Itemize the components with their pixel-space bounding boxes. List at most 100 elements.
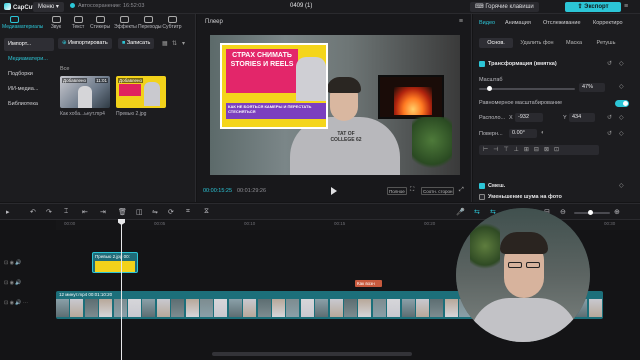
media-item[interactable]: Добавлено 11:01 [60,76,110,108]
webcam-plant [470,218,500,274]
scale-value[interactable]: 47% [579,83,605,92]
nav-collections[interactable]: Подборки [4,68,54,81]
position-y-input[interactable]: 434 [569,113,595,122]
nav-import[interactable]: Импорт... [4,38,54,51]
scale-slider-thumb[interactable] [487,86,492,91]
cloud-icon [70,3,75,8]
keyframe-icon[interactable]: ◇ [619,130,624,137]
clip-thumbnail [95,261,135,272]
reset-icon[interactable]: ↺ [607,114,612,121]
timeline-scrollbar[interactable] [212,352,412,356]
uniform-scale-toggle[interactable] [615,100,629,107]
video-preview[interactable]: TAT OF COLLEGE 62 СТРАХ СНИМАТЬ STORIES … [210,35,460,175]
window-controls[interactable]: ≡ [624,3,628,10]
export-button[interactable]: ⇪ Экспорт [565,2,621,12]
nav-media[interactable]: Медиаматери... [4,53,54,66]
import-button[interactable]: ⊕ Импортировать [58,38,112,49]
track-controls[interactable]: ⊡ ◉ 🔊 ⋯ [4,300,28,306]
ratio-button[interactable]: Соотн. сторон [421,187,455,195]
tab-subtitles[interactable]: Субтитр [162,16,182,30]
rotate-dial-icon[interactable]: ◐ [541,130,545,136]
split-icon[interactable]: ⌶ [64,208,68,216]
sort-icon[interactable]: ⇅ [172,40,177,47]
transform-title: Трансформация (вмятка) [488,61,557,67]
hotkeys-button[interactable]: ⌨ Горячие клавиши [470,2,539,12]
keyframe-icon[interactable]: ◇ [619,60,624,67]
grid-view-icon[interactable]: ▦ [162,40,168,47]
reverse-icon[interactable]: ⇋ [152,208,158,216]
freeze-icon[interactable]: ◫ [136,208,143,216]
text-clip[interactable]: Как возн [355,280,382,287]
mirror-icon[interactable]: ⧖ [204,208,209,216]
zoom-in-icon[interactable]: ⊕ [614,208,620,216]
tab-tracking[interactable]: Отслеживание [543,20,581,26]
scale-slider[interactable] [479,86,575,91]
tab-animation[interactable]: Анимация [505,20,531,26]
track-controls[interactable]: ⊡ ◉ 🔊 [4,280,22,286]
tab-effects[interactable]: Эффекты [114,16,137,30]
thumbnail-subline: КАК НЕ БОЯТЬСЯ КАМЕРЫ И ПЕРЕСТАТЬ СТЕСНЯ… [226,103,326,119]
thumbnail-headline: СТРАХ СНИМАТЬ STORIES И REELS [226,49,298,93]
transition-icon [143,16,153,23]
menu-button[interactable]: Меню ▾ [33,2,64,12]
filter-icon[interactable]: ▾ [182,40,185,47]
split-right-icon[interactable]: ⇥ [100,208,106,216]
fit-icon[interactable]: ⛶ [410,187,414,194]
player-menu-icon[interactable]: ≡ [459,18,463,25]
denoise-checkbox[interactable] [479,194,485,200]
blend-checkbox[interactable] [479,183,485,189]
tick-label: 00:30 [604,221,616,226]
split-left-icon[interactable]: ⇤ [82,208,88,216]
rotate-icon[interactable]: ⟳ [168,208,174,216]
media-item[interactable]: Добавлено [116,76,166,108]
subtab-remove-bg[interactable]: Удалить фон [517,38,557,48]
image-clip[interactable]: Превью 2.jpg 00: [92,252,138,273]
clip-frame [156,299,171,317]
track-controls[interactable]: ⊡ ◉ 🔊 [4,260,22,266]
clip-frame [315,299,330,317]
reset-icon[interactable]: ↺ [607,60,612,67]
full-button[interactable]: Полное [387,187,407,195]
clip-frame [99,299,114,317]
project-title[interactable]: 0409 (1) [290,3,312,9]
keyframe-icon[interactable]: ◇ [619,182,624,189]
undo-icon[interactable]: ↶ [30,208,36,216]
tab-text[interactable]: Текст [68,16,88,30]
playhead[interactable] [121,220,122,360]
subtab-mask[interactable]: Маска [561,38,587,48]
record-button[interactable]: ■ Записать [118,38,155,49]
keyframe-icon[interactable]: ◇ [619,114,624,121]
transform-checkbox[interactable] [479,61,485,67]
play-icon[interactable] [331,187,337,195]
clip-frame [128,299,142,317]
thumb-headline-block [119,84,141,96]
subtab-basic[interactable]: Основ. [479,38,513,48]
all-filter[interactable]: Все [60,66,69,72]
tab-adjust[interactable]: Корректиро [593,20,623,26]
export-label: Экспорт [584,4,609,10]
tab-label: Эффекты [114,24,137,30]
crop-icon[interactable]: ⌗ [186,208,190,216]
tab-stickers[interactable]: Стикеры [90,16,110,30]
tab-audio[interactable]: Звук [46,16,66,30]
nav-ai-media[interactable]: ИИ-медиа... [4,83,54,96]
sticker-icon [95,16,105,23]
select-tool-icon[interactable]: ▸ [6,208,10,216]
subtab-retouch[interactable]: Ретушь [591,38,621,48]
tab-transitions[interactable]: Переходы [138,16,161,30]
keyframe-icon[interactable]: ◇ [619,83,624,90]
nav-library[interactable]: Библиотека [4,98,54,111]
position-x-input[interactable]: -932 [515,113,543,122]
thumbnail-overlay[interactable]: СТРАХ СНИМАТЬ STORIES И REELS КАК НЕ БОЯ… [220,43,328,129]
tab-video[interactable]: Видео [479,20,495,26]
clip-frame [200,299,214,317]
clip-frame [257,299,272,317]
reset-icon[interactable]: ↺ [607,130,612,137]
tab-label: Субтитр [162,24,182,30]
delete-icon[interactable]: 🗑 [118,208,127,216]
align-buttons[interactable]: ⊢⊣⊤⊥⊞⊟⊠⊡ [479,145,599,155]
redo-icon[interactable]: ↷ [46,208,52,216]
fullscreen-icon[interactable]: ⤢ [459,187,464,194]
tab-media[interactable]: Медиаматериалы [2,16,43,30]
rotate-input[interactable]: 0.00° [509,129,537,138]
